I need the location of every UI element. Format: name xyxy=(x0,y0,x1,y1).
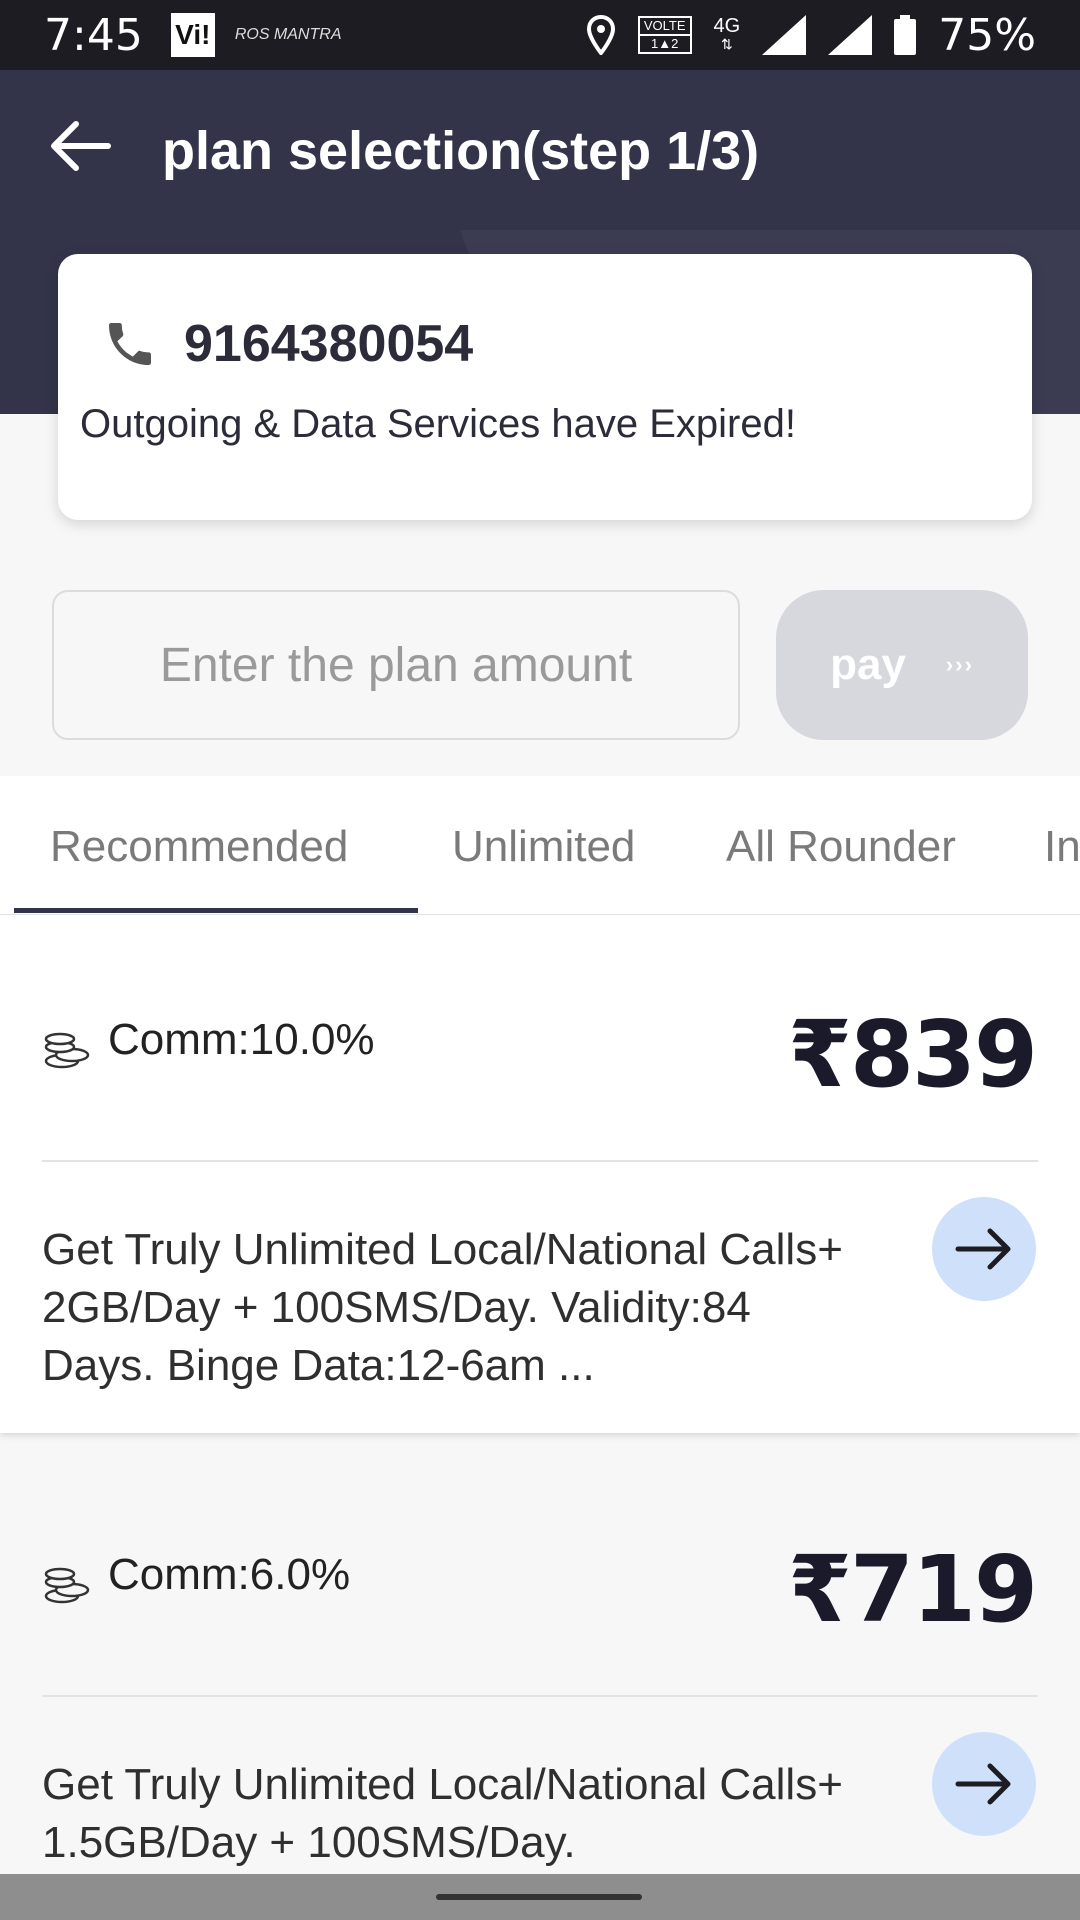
commission-text: Comm:6.0% xyxy=(108,1550,351,1599)
home-gesture-handle[interactable] xyxy=(436,1894,642,1900)
volte-label: VOLTE xyxy=(637,16,692,36)
tab-indicator xyxy=(14,908,418,913)
volte-sub: 1▲2 xyxy=(637,36,692,54)
coins-icon xyxy=(44,1032,90,1069)
select-plan-button[interactable] xyxy=(932,1732,1036,1836)
plan-tabs: Recommended Unlimited All Rounder In xyxy=(0,776,1080,915)
tab-recommended[interactable]: Recommended xyxy=(50,822,348,872)
volte-indicator: VOLTE 1▲2 xyxy=(637,16,692,54)
pay-label: pay xyxy=(830,640,906,689)
coins-icon xyxy=(44,1567,90,1604)
signal-icon xyxy=(828,15,873,55)
divider xyxy=(42,1695,1038,1697)
status-time: 7:45 xyxy=(44,9,143,61)
plan-price: ₹839 xyxy=(787,1001,1038,1108)
page-title: plan selection(step 1/3) xyxy=(162,121,760,181)
status-bar: 7:45 Vi! ROS MANTRA VOLTE 1▲2 4G ⇅ 75% xyxy=(0,0,1080,70)
plan-amount-input[interactable] xyxy=(52,590,740,740)
pay-button[interactable]: pay ››› xyxy=(776,590,1028,740)
network-arrows: ⇅ xyxy=(720,36,733,52)
plan-description: Get Truly Unlimited Local/National Calls… xyxy=(42,1760,843,1867)
select-plan-button[interactable] xyxy=(932,1197,1036,1301)
system-nav-bar xyxy=(0,1874,1080,1920)
phone-number: 9164380054 xyxy=(184,315,474,373)
divider xyxy=(42,1160,1038,1162)
arrow-right-icon xyxy=(955,1228,1011,1270)
tab-unlimited[interactable]: Unlimited xyxy=(452,822,635,872)
network-label: 4G xyxy=(713,15,741,37)
network-type: 4G ⇅ xyxy=(713,15,741,53)
service-status: Outgoing & Data Services have Expired! xyxy=(80,402,796,446)
battery-percent: 75% xyxy=(938,9,1036,61)
tab-all-rounder[interactable]: All Rounder xyxy=(726,822,956,872)
phone-icon xyxy=(109,323,151,365)
plan-card[interactable]: Comm:6.0% ₹719 Get Truly Unlimited Local… xyxy=(0,1450,1080,1874)
account-card: 9164380054 Outgoing & Data Services have… xyxy=(58,254,1032,520)
back-arrow-icon[interactable] xyxy=(48,120,112,172)
battery-icon xyxy=(894,15,917,55)
location-icon xyxy=(586,15,615,55)
commission-text: Comm:10.0% xyxy=(108,1015,375,1064)
plan-card[interactable]: Comm:10.0% ₹839 Get Truly Unlimited Loca… xyxy=(0,915,1080,1433)
arrow-right-icon xyxy=(955,1763,1011,1805)
plan-description: Get Truly Unlimited Local/National Calls… xyxy=(42,1225,843,1390)
chevrons-icon: ››› xyxy=(945,652,974,677)
app-logo: ROS MANTRA xyxy=(234,26,342,43)
signal-icon xyxy=(762,15,807,55)
tab-in[interactable]: In xyxy=(1044,822,1080,872)
plan-price: ₹719 xyxy=(787,1536,1038,1643)
carrier-logo: Vi! xyxy=(170,13,215,57)
